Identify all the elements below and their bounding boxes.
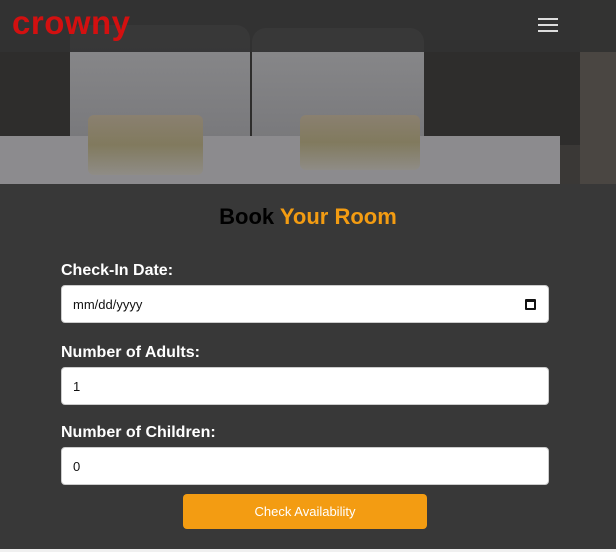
calendar-icon[interactable] [525,299,536,310]
check-availability-button[interactable]: Check Availability [183,494,427,529]
title-part2: Your Room [279,204,397,229]
title-part1: Book [219,204,275,229]
cushion [300,115,420,170]
children-label: Number of Children: [61,424,216,441]
page-title: Book Your Room [0,204,616,230]
adults-value: 1 [73,378,81,394]
checkin-date-input[interactable]: mm/dd/yyyy [61,285,549,323]
adults-input[interactable]: 1 [61,367,549,405]
hamburger-icon[interactable] [538,15,558,35]
checkin-placeholder: mm/dd/yyyy [73,296,143,312]
hero-image: crowny [0,0,616,184]
bed-sheet [0,136,560,184]
cushion [88,115,203,175]
booking-form: Book Your Room Check-In Date: mm/dd/yyyy… [0,184,616,549]
children-input[interactable]: 0 [61,447,549,485]
checkin-label: Check-In Date: [61,262,174,279]
navbar: crowny [0,0,616,52]
children-value: 0 [73,458,81,474]
logo[interactable]: crowny [12,4,131,42]
adults-label: Number of Adults: [61,344,200,361]
